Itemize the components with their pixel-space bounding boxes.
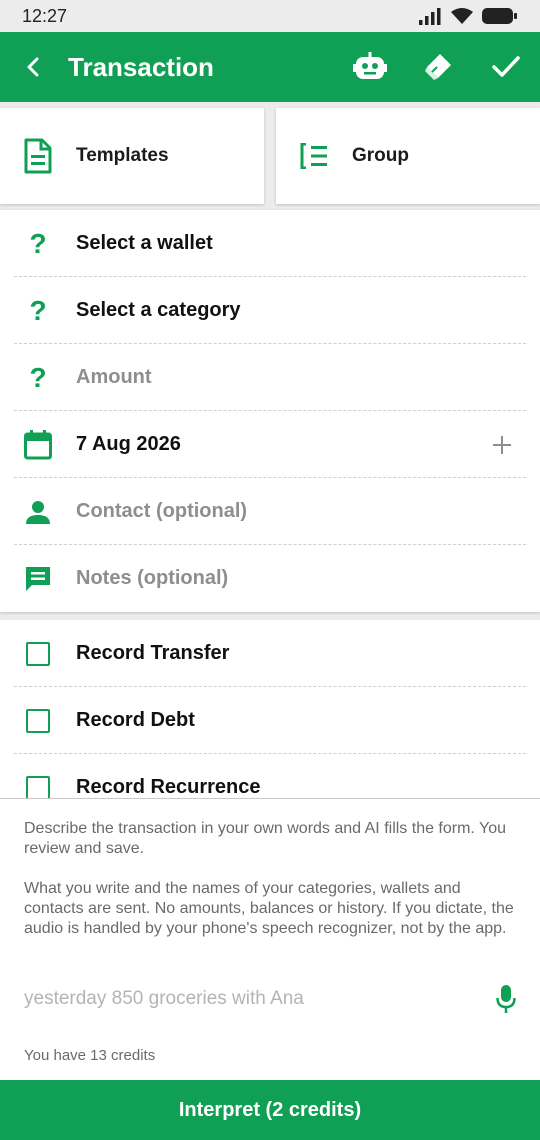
clear-button[interactable] [404, 32, 472, 102]
save-button[interactable] [472, 32, 540, 102]
notes-row[interactable]: Notes (optional) [0, 545, 540, 612]
templates-button[interactable]: Templates [0, 108, 264, 204]
category-value: Select a category [76, 299, 241, 321]
transaction-form: ? Select a wallet ? Select a category ? … [0, 210, 540, 612]
ai-privacy-text: What you write and the names of your cat… [24, 880, 514, 937]
page-title: Transaction [68, 51, 214, 82]
microphone-button[interactable] [476, 985, 516, 1013]
interpret-button[interactable]: Interpret (2 credits) [0, 1080, 540, 1140]
person-icon [26, 500, 50, 524]
notes-field[interactable]: Notes (optional) [76, 567, 540, 590]
option-label: Record Transfer [76, 642, 230, 664]
calendar-icon [24, 429, 52, 459]
group-button[interactable]: Group [276, 108, 540, 204]
add-time-button[interactable] [464, 435, 540, 454]
signal-icon [419, 8, 441, 25]
amount-row[interactable]: ? Amount [0, 344, 540, 411]
checkbox[interactable] [26, 775, 50, 798]
amount-field[interactable]: Amount [76, 366, 540, 389]
date-row[interactable]: 7 Aug 2026 [0, 411, 540, 478]
option-record-recurrence[interactable]: Record Recurrence [0, 754, 540, 798]
wifi-icon [451, 8, 473, 24]
options-list: Record Transfer Record Debt Record Recur… [0, 620, 540, 798]
category-row[interactable]: ? Select a category [0, 277, 540, 344]
status-time: 12:27 [22, 5, 68, 26]
ai-input-row [24, 983, 516, 1015]
option-record-transfer[interactable]: Record Transfer [0, 620, 540, 687]
question-icon: ? [29, 294, 47, 326]
group-label: Group [352, 145, 409, 166]
ai-intro-text: Describe the transaction in your own wor… [24, 820, 507, 857]
microphone-icon [496, 985, 516, 1013]
status-bar: 12:27 [0, 0, 540, 32]
question-icon: ? [29, 361, 47, 393]
option-label: Record Recurrence [76, 776, 261, 798]
status-icons [418, 7, 518, 25]
battery-icon [482, 8, 517, 24]
check-icon [492, 56, 520, 77]
app-bar: Transaction [0, 32, 540, 102]
templates-label: Templates [76, 145, 169, 166]
back-button[interactable] [0, 32, 68, 102]
ai-assistant-button[interactable] [336, 32, 404, 102]
checkbox[interactable] [26, 641, 50, 666]
comment-icon [26, 566, 50, 591]
robot-icon [353, 52, 387, 79]
document-icon [0, 138, 76, 174]
wallet-value: Select a wallet [76, 232, 213, 254]
option-label: Record Debt [76, 709, 195, 731]
question-icon: ? [29, 227, 47, 259]
ai-description-input[interactable] [24, 988, 476, 1010]
checkbox[interactable] [26, 708, 50, 733]
contact-field[interactable]: Contact (optional) [76, 500, 540, 523]
option-record-debt[interactable]: Record Debt [0, 687, 540, 754]
plus-icon [493, 435, 511, 454]
group-list-icon [276, 143, 352, 169]
date-value: 7 Aug 2026 [76, 433, 181, 455]
credits-text: You have 13 credits [24, 1047, 156, 1064]
top-cards: Templates Group [0, 108, 540, 204]
wallet-row[interactable]: ? Select a wallet [0, 210, 540, 277]
interpret-label: Interpret (2 credits) [178, 1098, 362, 1121]
eraser-icon [425, 54, 451, 80]
ai-panel: Describe the transaction in your own wor… [0, 798, 540, 1080]
back-icon [27, 57, 39, 77]
contact-row[interactable]: Contact (optional) [0, 478, 540, 545]
